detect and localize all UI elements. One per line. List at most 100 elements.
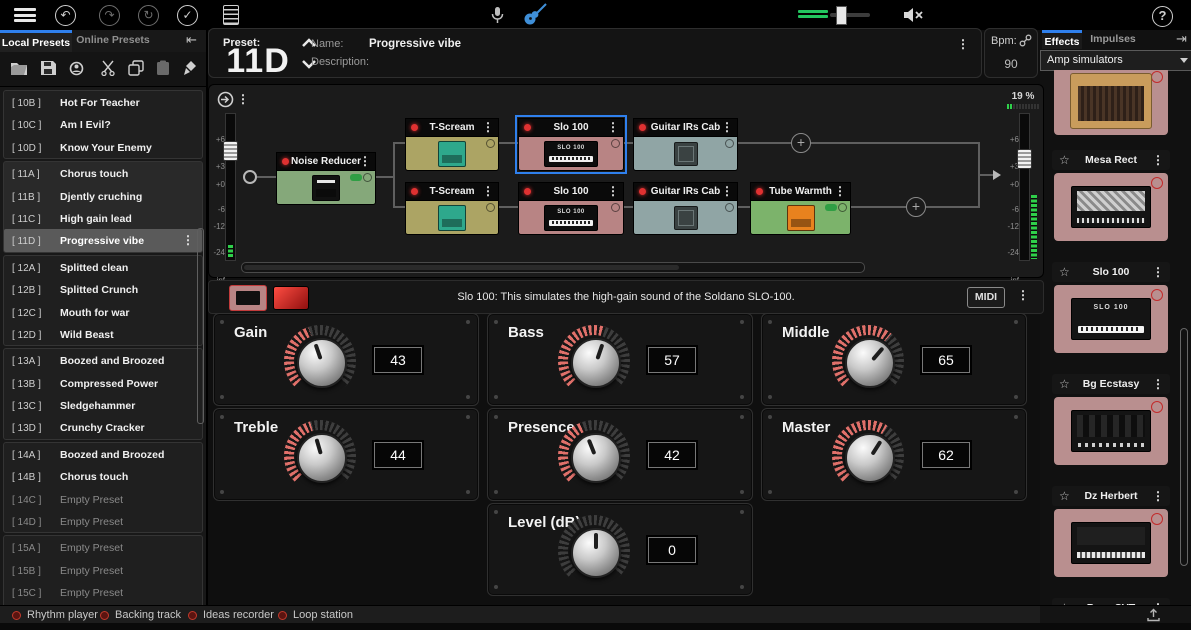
preset-name-value[interactable]: Progressive vibe [369,38,461,50]
tab-effects[interactable]: Effects [1042,30,1082,49]
block-enabled-led[interactable] [411,188,418,195]
preset-item-14A[interactable]: [ 14A ]Boozed and Broozed [4,443,202,465]
amp-card-kebab[interactable]: ⋮ [1152,262,1164,282]
repeat-icon[interactable]: ↻ [138,5,159,26]
chain-hscrollbar[interactable] [241,262,865,273]
preset-list-scrollbar[interactable] [197,228,204,424]
meter-fader-track[interactable] [1019,113,1030,261]
preset-item-10D[interactable]: [ 10D ]Know Your Enemy [4,136,202,158]
block-kebab[interactable]: ⋮ [721,119,733,136]
preset-item-14D[interactable]: [ 14D ]Empty Preset [4,510,202,532]
preset-item-13C[interactable]: [ 13C ]Sledgehammer [4,394,202,416]
bottom-tool-ideas-recorder[interactable]: Ideas recorder [188,606,274,624]
block-kebab[interactable]: ⋮ [482,183,494,200]
preset-item-12D[interactable]: [ 12D ]Wild Beast [4,323,202,345]
tab-impulses[interactable]: Impulses [1086,30,1140,49]
microphone-icon[interactable] [487,5,507,25]
amp-card-dz-herbert[interactable]: ☆Dz Herbert⋮ [1052,486,1170,577]
favorite-star-icon[interactable]: ☆ [1059,150,1070,170]
preset-item-10B[interactable]: [ 10B ]Hot For Teacher [4,91,202,113]
preset-item-14B[interactable]: [ 14B ]Chorus touch [4,465,202,487]
amp-card-mesa-rect[interactable]: ☆Mesa Rect⋮ [1052,150,1170,241]
block-body[interactable] [633,136,738,171]
knob-value[interactable]: 44 [374,442,422,468]
knob[interactable] [297,433,347,483]
knob[interactable] [571,433,621,483]
chain-block-slo[interactable]: Slo 100⋮SLO 100 [518,118,624,171]
bottom-tool-loop-station[interactable]: Loop station [278,606,353,624]
preset-item-12B[interactable]: [ 12B ]Splitted Crunch [4,278,202,300]
export-presets-icon[interactable] [40,60,58,78]
redo-icon[interactable]: ↷ [99,5,120,26]
preset-item-11C[interactable]: [ 11C ]High gain lead [4,207,202,229]
knob[interactable] [571,528,621,578]
chain-block-tscream[interactable]: T-Scream⋮ [405,182,499,235]
block-kebab[interactable]: ⋮ [482,119,494,136]
preset-item-kebab[interactable]: ⋮ [182,229,194,251]
favorite-star-icon[interactable]: ☆ [1059,262,1070,282]
knob[interactable] [845,433,895,483]
knob-value[interactable]: 62 [922,442,970,468]
chain-input-node[interactable] [243,170,257,184]
preset-header-kebab[interactable]: ⋮ [957,37,969,51]
favorite-star-icon[interactable]: ☆ [1059,486,1070,506]
chain-block-cab[interactable]: Guitar IRs Cab⋮ [633,118,738,171]
preset-item-10C[interactable]: [ 10C ]Am I Evil? [4,113,202,135]
preset-item-15B[interactable]: [ 15B ]Empty Preset [4,559,202,581]
sync-presets-icon[interactable] [68,60,86,78]
knob[interactable] [297,338,347,388]
amp-card[interactable]: ☆⋮ [1052,70,1170,135]
amp-list-scrollbar[interactable] [1180,328,1188,566]
block-enabled-led[interactable] [282,158,289,165]
master-volume-handle[interactable] [836,6,847,25]
knob[interactable] [845,338,895,388]
paste-icon[interactable] [156,60,174,78]
upload-icon[interactable] [1146,608,1161,622]
category-dropdown[interactable]: Amp simulators [1040,50,1191,71]
chain-block-tscream[interactable]: T-Scream⋮ [405,118,499,171]
block-body[interactable] [405,136,499,171]
block-body[interactable]: SLO 100 [518,136,624,171]
bottom-tool-backing-track[interactable]: Backing track [100,606,181,624]
block-enabled-led[interactable] [411,124,418,131]
amp-card-image[interactable] [1054,397,1168,465]
amp-card-kebab[interactable]: ⋮ [1152,486,1164,506]
block-kebab[interactable]: ⋮ [607,183,619,200]
collapse-left-panel-icon[interactable]: ⇤ [186,32,197,48]
knob-value[interactable]: 43 [374,347,422,373]
block-body[interactable] [750,200,851,235]
block-kebab[interactable]: ⋮ [721,183,733,200]
help-icon[interactable]: ? [1152,6,1173,27]
clean-icon[interactable] [182,60,200,78]
amp-card-image[interactable] [1054,173,1168,241]
tab-online-presets[interactable]: Online Presets [72,30,154,52]
preset-item-15C[interactable]: [ 15C ]Empty Preset [4,581,202,603]
block-enabled-led[interactable] [524,124,531,131]
copy-icon[interactable] [128,60,146,78]
block-enabled-led[interactable] [756,188,763,195]
block-kebab[interactable]: ⋮ [834,183,846,200]
amp-card-kebab[interactable]: ⋮ [1152,374,1164,394]
amp-card-image[interactable] [1054,509,1168,577]
tab-local-presets[interactable]: Local Presets [0,30,72,52]
meter-fader-track[interactable] [225,113,236,261]
block-kebab[interactable]: ⋮ [607,119,619,136]
chain-block-cab[interactable]: Guitar IRs Cab⋮ [633,182,738,235]
tap-tempo-icon[interactable] [1019,34,1032,47]
block-body[interactable] [633,200,738,235]
preset-item-13A[interactable]: [ 13A ]Boozed and Broozed [4,349,202,371]
preset-item-13D[interactable]: [ 13D ]Crunchy Cracker [4,416,202,438]
knob-value[interactable]: 0 [648,537,696,563]
amp-card-bg-ecstasy[interactable]: ☆Bg Ecstasy⋮ [1052,374,1170,465]
input-source-icon[interactable] [217,91,234,108]
amp-card-kebab[interactable]: ⋮ [1152,150,1164,170]
chain-block-warmth[interactable]: Tube Warmth⋮ [750,182,851,235]
block-kebab[interactable]: ⋮ [359,153,371,170]
block-enabled-led[interactable] [524,188,531,195]
bottom-tool-rhythm-player[interactable]: Rhythm player [12,606,98,624]
meter-fader-handle[interactable] [1017,149,1032,169]
chain-block-noise[interactable]: Noise Reducer⋮ [276,152,376,205]
preset-item-13B[interactable]: [ 13B ]Compressed Power [4,372,202,394]
preset-item-15A[interactable]: [ 15A ]Empty Preset [4,536,202,558]
block-enabled-led[interactable] [639,124,646,131]
